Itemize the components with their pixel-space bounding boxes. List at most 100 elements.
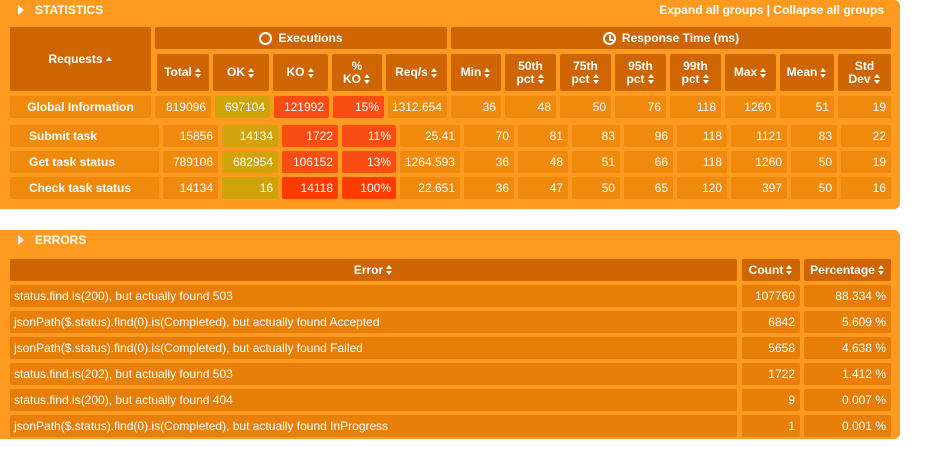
sort-arrows-icon bbox=[786, 265, 793, 275]
statistics-panel: STATISTICS Expand all groups | Collapse … bbox=[0, 0, 900, 209]
error-percentage: 1.412 % bbox=[804, 363, 891, 385]
p95-value: 66 bbox=[624, 151, 673, 173]
ok-value: 682954 bbox=[222, 151, 278, 173]
total-value: 15856 bbox=[163, 125, 218, 147]
sort-arrows-icon bbox=[537, 74, 545, 85]
triangle-right-icon[interactable] bbox=[18, 5, 24, 15]
pct-ko-value: 11% bbox=[342, 125, 396, 147]
std-dev-value: 22 bbox=[841, 125, 891, 147]
ok-value: 14134 bbox=[222, 125, 278, 147]
error-message: jsonPath($.status).find(0).is(Completed)… bbox=[10, 337, 737, 359]
error-message: jsonPath($.status).find(0).is(Completed)… bbox=[10, 415, 737, 437]
ko-value: 14118 bbox=[282, 177, 338, 199]
ko-value: 106152 bbox=[282, 151, 338, 173]
ko-value: 121992 bbox=[274, 96, 329, 118]
sort-arrows-icon bbox=[647, 74, 655, 85]
ko-value: 1722 bbox=[282, 125, 338, 147]
error-column-header[interactable]: Error bbox=[10, 259, 737, 281]
mean-value: 51 bbox=[780, 96, 834, 118]
p75-value: 83 bbox=[572, 125, 620, 147]
statistics-title: STATISTICS bbox=[35, 3, 104, 17]
mean-column-header[interactable]: Mean bbox=[780, 54, 834, 91]
ok-column-header[interactable]: OK bbox=[213, 54, 269, 91]
std-dev-value: 19 bbox=[841, 151, 891, 173]
max-value: 1260 bbox=[731, 151, 787, 173]
errors-panel: ERRORS Error Count Percentage status.fin… bbox=[0, 230, 900, 439]
sort-arrows-icon bbox=[873, 74, 881, 85]
total-value: 819096 bbox=[155, 96, 211, 118]
p99-value: 118 bbox=[677, 151, 727, 173]
std-dev-column-header[interactable]: Std Dev bbox=[838, 54, 891, 91]
p50-value: 48 bbox=[518, 151, 568, 173]
pct-ko-value: 100% bbox=[342, 177, 396, 199]
min-value: 36 bbox=[464, 151, 514, 173]
sort-arrows-icon bbox=[760, 67, 767, 78]
mean-value: 50 bbox=[791, 151, 837, 173]
min-value: 36 bbox=[451, 96, 501, 118]
requests-column-header[interactable]: Requests bbox=[10, 27, 151, 91]
pct-ko-column-header[interactable]: % KO bbox=[332, 54, 382, 91]
ok-value: 16 bbox=[222, 177, 278, 199]
collapse-all-link[interactable]: Collapse all groups bbox=[773, 3, 884, 17]
sort-arrows-icon bbox=[307, 67, 315, 78]
error-message: status.find.is(202), but actually found … bbox=[10, 363, 737, 385]
sort-arrows-icon bbox=[248, 67, 255, 78]
ok-value: 697104 bbox=[215, 96, 270, 118]
error-count: 5658 bbox=[742, 337, 800, 359]
error-percentage: 0.007 % bbox=[804, 389, 891, 411]
refresh-icon bbox=[259, 31, 273, 45]
p75-value: 51 bbox=[572, 151, 620, 173]
min-column-header[interactable]: Min bbox=[451, 54, 501, 91]
p50-column-header[interactable]: 50th pct bbox=[505, 54, 556, 91]
triangle-right-icon[interactable] bbox=[18, 235, 24, 245]
error-percentage: 0.001 % bbox=[804, 415, 891, 437]
count-column-header[interactable]: Count bbox=[742, 259, 800, 281]
request-name: Global Information bbox=[10, 96, 151, 118]
reqs-value: 1312.654 bbox=[388, 96, 447, 118]
request-name[interactable]: Submit task bbox=[10, 125, 159, 147]
p95-column-header[interactable]: 95th pct bbox=[615, 54, 666, 91]
link-separator: | bbox=[766, 3, 770, 17]
sort-arrows-icon bbox=[194, 67, 202, 78]
p99-value: 120 bbox=[677, 177, 727, 199]
error-count: 1 bbox=[742, 415, 800, 437]
error-message: status.find.is(200), but actually found … bbox=[10, 285, 737, 307]
sort-arrows-icon bbox=[592, 74, 600, 85]
statistics-header[interactable]: STATISTICS Expand all groups | Collapse … bbox=[0, 0, 900, 20]
min-value: 36 bbox=[464, 177, 514, 199]
percentage-column-header[interactable]: Percentage bbox=[804, 259, 891, 281]
p95-value: 96 bbox=[624, 125, 673, 147]
sort-arrows-icon bbox=[877, 265, 885, 275]
reqs-value: 22.651 bbox=[400, 177, 460, 199]
p75-value: 50 bbox=[560, 96, 611, 118]
sort-arrows-icon bbox=[820, 67, 827, 78]
p99-column-header[interactable]: 99th pct bbox=[670, 54, 721, 91]
p75-column-header[interactable]: 75th pct bbox=[560, 54, 611, 91]
errors-title: ERRORS bbox=[35, 233, 87, 247]
p95-value: 65 bbox=[624, 177, 673, 199]
expand-all-link[interactable]: Expand all groups bbox=[659, 3, 763, 17]
sort-arrows-icon bbox=[702, 74, 710, 85]
errors-header[interactable]: ERRORS bbox=[0, 230, 900, 250]
reqs-value: 25.41 bbox=[400, 125, 460, 147]
error-count: 9 bbox=[742, 389, 800, 411]
total-column-header[interactable]: Total bbox=[157, 54, 209, 91]
mean-value: 50 bbox=[791, 177, 837, 199]
group-links: Expand all groups | Collapse all groups bbox=[659, 3, 884, 17]
reqs-value: 1264.593 bbox=[400, 151, 460, 173]
sort-ascending-icon bbox=[105, 56, 113, 62]
request-name[interactable]: Get task status bbox=[10, 151, 159, 173]
p50-value: 48 bbox=[505, 96, 556, 118]
request-name[interactable]: Check task status bbox=[10, 177, 159, 199]
sort-arrows-icon bbox=[386, 265, 393, 275]
sort-arrows-icon bbox=[364, 74, 371, 85]
max-column-header[interactable]: Max bbox=[725, 54, 776, 91]
total-value: 789106 bbox=[163, 151, 218, 173]
p99-value: 118 bbox=[677, 125, 727, 147]
error-count: 107760 bbox=[742, 285, 800, 307]
executions-group-header: Executions bbox=[155, 27, 447, 49]
p95-value: 76 bbox=[615, 96, 666, 118]
ko-column-header[interactable]: KO bbox=[273, 54, 328, 91]
total-value: 14134 bbox=[163, 177, 218, 199]
reqs-column-header[interactable]: Req/s bbox=[386, 54, 447, 91]
